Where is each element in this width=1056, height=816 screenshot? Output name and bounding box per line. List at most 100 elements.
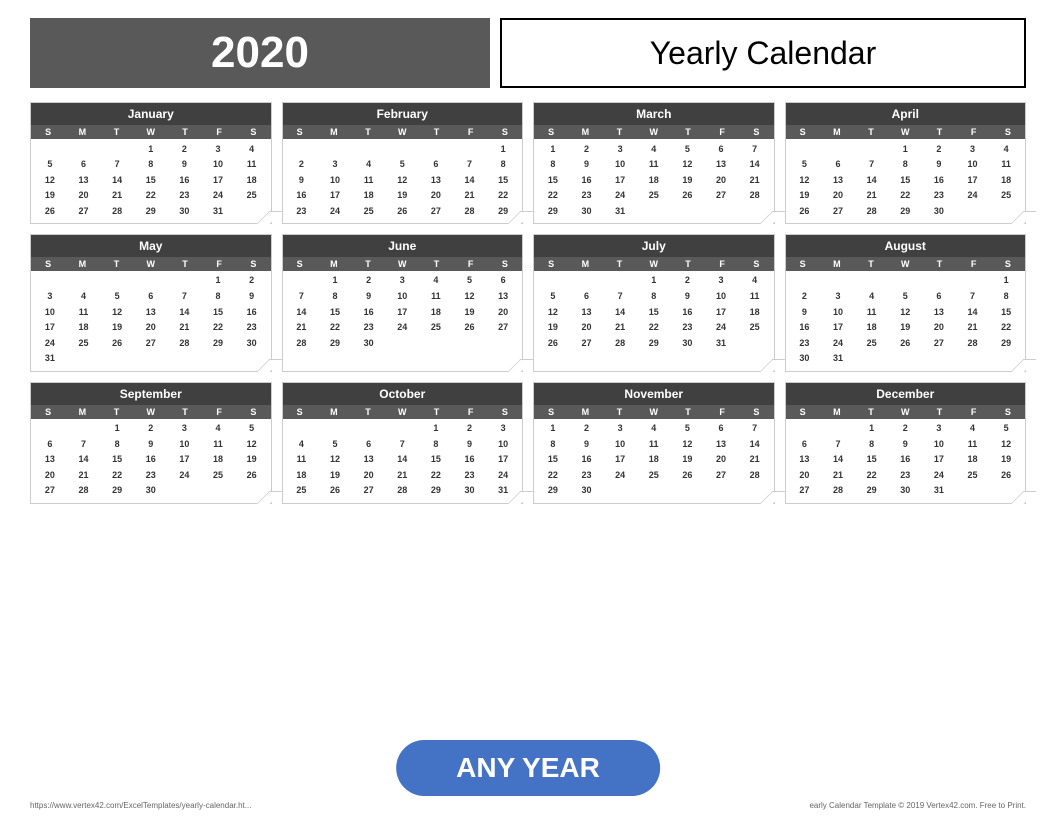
day-cell xyxy=(419,141,453,157)
day-cell: 30 xyxy=(352,335,386,351)
day-cell: 5 xyxy=(100,289,134,305)
month-block-june: JuneSMTWTFS12345678910111213141516171819… xyxy=(282,234,524,372)
day-cell: 5 xyxy=(453,273,487,289)
days-grid: 1234567891011121314151617181920212223242… xyxy=(786,139,1026,223)
day-cell xyxy=(704,483,738,499)
day-cell xyxy=(956,203,990,219)
day-cell: 23 xyxy=(788,335,822,351)
day-cell: 29 xyxy=(318,335,352,351)
day-cell: 26 xyxy=(318,483,352,499)
day-header-cell: W xyxy=(385,405,419,419)
day-cell: 17 xyxy=(201,172,235,188)
day-cell xyxy=(33,421,67,437)
day-header-cell: S xyxy=(739,125,773,139)
day-cell: 11 xyxy=(855,304,889,320)
day-cell: 31 xyxy=(603,203,637,219)
day-header-cell: S xyxy=(786,405,820,419)
day-cell: 28 xyxy=(738,188,772,204)
day-cell: 16 xyxy=(453,452,487,468)
day-cell: 23 xyxy=(453,467,487,483)
day-header-cell: T xyxy=(351,257,385,271)
day-cell: 16 xyxy=(671,304,705,320)
day-cell: 27 xyxy=(570,335,604,351)
day-cell xyxy=(788,273,822,289)
day-cell: 26 xyxy=(989,467,1023,483)
day-cell: 16 xyxy=(285,188,319,204)
day-header-cell: S xyxy=(31,257,65,271)
day-cell: 19 xyxy=(453,304,487,320)
day-cell: 24 xyxy=(922,467,956,483)
day-cell: 13 xyxy=(570,304,604,320)
day-cell: 27 xyxy=(821,203,855,219)
day-cell: 21 xyxy=(855,188,889,204)
title-box: Yearly Calendar xyxy=(500,18,1026,88)
days-grid: 1234567891011121314151617181920212223242… xyxy=(534,139,774,223)
days-grid: 1234567891011121314151617181920212223242… xyxy=(31,271,271,371)
day-cell: 16 xyxy=(570,172,604,188)
day-cell: 12 xyxy=(318,452,352,468)
day-cell: 3 xyxy=(956,141,990,157)
day-cell: 16 xyxy=(168,172,202,188)
calendar-title: Yearly Calendar xyxy=(650,35,877,72)
day-cell: 18 xyxy=(285,467,319,483)
day-cell: 8 xyxy=(855,436,889,452)
day-cell: 28 xyxy=(168,335,202,351)
day-cell: 17 xyxy=(821,320,855,336)
day-cell: 15 xyxy=(536,452,570,468)
day-cell: 28 xyxy=(100,203,134,219)
day-cell: 11 xyxy=(352,172,386,188)
day-header-cell: S xyxy=(786,257,820,271)
day-cell: 13 xyxy=(821,172,855,188)
day-header-cell: T xyxy=(419,257,453,271)
day-cell: 9 xyxy=(788,304,822,320)
day-headers: SMTWTFS xyxy=(534,125,774,139)
day-cell: 28 xyxy=(738,467,772,483)
day-cell: 25 xyxy=(637,188,671,204)
day-cell xyxy=(453,335,487,351)
month-header: June xyxy=(283,235,523,257)
day-cell: 14 xyxy=(453,172,487,188)
day-cell: 7 xyxy=(603,289,637,305)
day-cell: 12 xyxy=(671,157,705,173)
day-cell: 14 xyxy=(956,304,990,320)
day-cell: 5 xyxy=(385,157,419,173)
day-cell xyxy=(235,203,269,219)
day-cell: 10 xyxy=(821,304,855,320)
day-header-cell: T xyxy=(99,257,133,271)
day-cell: 20 xyxy=(33,467,67,483)
day-cell: 25 xyxy=(637,467,671,483)
day-cell: 20 xyxy=(788,467,822,483)
day-header-cell: W xyxy=(888,125,922,139)
day-cell: 7 xyxy=(385,436,419,452)
day-cell: 3 xyxy=(33,289,67,305)
day-cell: 8 xyxy=(318,289,352,305)
day-header-cell: W xyxy=(637,125,671,139)
day-header-cell: S xyxy=(488,125,522,139)
day-cell: 21 xyxy=(603,320,637,336)
any-year-button[interactable]: ANY YEAR xyxy=(396,740,660,796)
day-cell: 24 xyxy=(821,335,855,351)
day-cell: 8 xyxy=(989,289,1023,305)
day-headers: SMTWTFS xyxy=(786,257,1026,271)
day-cell: 28 xyxy=(385,483,419,499)
day-cell xyxy=(956,483,990,499)
day-cell: 27 xyxy=(922,335,956,351)
day-cell: 17 xyxy=(704,304,738,320)
day-cell: 12 xyxy=(888,304,922,320)
day-cell: 26 xyxy=(536,335,570,351)
day-header-cell: T xyxy=(168,125,202,139)
day-cell: 5 xyxy=(536,289,570,305)
day-cell: 25 xyxy=(352,203,386,219)
day-cell: 5 xyxy=(788,157,822,173)
day-cell: 6 xyxy=(419,157,453,173)
day-cell: 27 xyxy=(134,335,168,351)
day-cell: 7 xyxy=(285,289,319,305)
day-cell: 22 xyxy=(855,467,889,483)
day-cell: 25 xyxy=(956,467,990,483)
day-cell: 20 xyxy=(134,320,168,336)
day-cell: 21 xyxy=(285,320,319,336)
day-cell: 8 xyxy=(201,289,235,305)
day-header-cell: M xyxy=(820,257,854,271)
day-cell: 23 xyxy=(922,188,956,204)
day-headers: SMTWTFS xyxy=(31,405,271,419)
